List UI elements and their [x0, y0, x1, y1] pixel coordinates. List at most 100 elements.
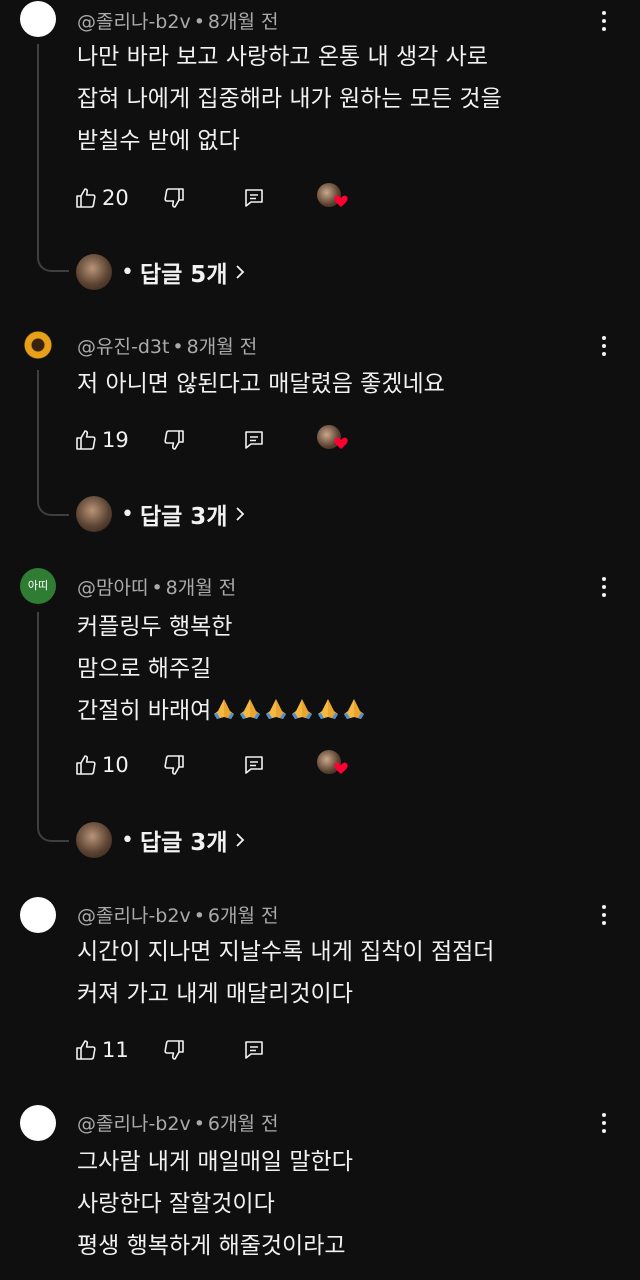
replies-dot: • [121, 259, 134, 285]
comment-time: 8개월 전 [165, 577, 237, 599]
comment-time: 8개월 전 [186, 336, 258, 358]
view-replies-button[interactable]: • 답글 3개 [76, 494, 245, 534]
comment-meta: @유진-d3t • 8개월 전 [77, 332, 257, 359]
reply-button[interactable] [242, 750, 266, 780]
comment-line: 간절히 바래여 [77, 698, 212, 724]
replies-label: 답글 3개 [139, 504, 228, 530]
comment-line: 나만 바라 보고 사랑하고 온통 내 생각 사로 [77, 44, 488, 70]
more-vert-icon[interactable] [593, 333, 615, 359]
replies-dot: • [121, 501, 134, 527]
comment-text: 나만 바라 보고 사랑하고 온통 내 생각 사로 잡혀 나에게 집중해라 내가 … [77, 36, 502, 162]
like-button[interactable]: 20 [74, 183, 129, 213]
comment-actions: 10 [74, 750, 374, 780]
comment-line: 받칠수 받에 없다 [77, 128, 240, 154]
praying-hands-icon [292, 698, 313, 719]
reply-icon [245, 1041, 263, 1059]
praying-hands-emoji [211, 698, 367, 724]
reply-avatar [76, 496, 112, 532]
thumbs-up-icon [76, 755, 96, 775]
comment-line: 그사람 내게 매일매일 말한다 [77, 1149, 353, 1175]
author-handle[interactable]: @유진-d3t [77, 336, 169, 358]
praying-hands-icon [240, 698, 261, 719]
dislike-button[interactable] [162, 1035, 186, 1065]
author-handle[interactable]: @맘아띠 [77, 577, 148, 599]
thread-connector [37, 370, 69, 516]
more-vert-icon[interactable] [593, 902, 615, 928]
comment-text: 그사람 내게 매일매일 말한다 사랑한다 잘할것이다 평생 행복하게 해줄것이라… [77, 1141, 353, 1267]
praying-hands-icon [266, 698, 287, 719]
thumbs-up-icon [76, 1040, 96, 1060]
meta-separator: • [172, 336, 184, 358]
dislike-button[interactable] [162, 183, 186, 213]
thumbs-up-icon [76, 188, 96, 208]
comment-actions: 19 [74, 425, 374, 455]
thumbs-down-icon [164, 430, 184, 450]
reply-button[interactable] [242, 183, 266, 213]
comment-time: 6개월 전 [207, 1113, 279, 1135]
creator-heart [317, 183, 348, 209]
chevron-right-icon [236, 265, 245, 279]
comment-line: 사랑한다 잘할것이다 [77, 1191, 275, 1217]
comment-line: 커져 가고 내게 매달리것이다 [77, 981, 353, 1007]
comment-line: 잡혀 나에게 집중해라 내가 원하는 모든 것을 [77, 86, 502, 112]
like-count: 11 [102, 1038, 129, 1062]
author-handle[interactable]: @졸리나-b2v [77, 905, 191, 927]
author-avatar[interactable] [20, 1, 56, 37]
author-avatar[interactable]: 아띠 [20, 568, 56, 604]
author-handle[interactable]: @졸리나-b2v [77, 1113, 191, 1135]
replies-dot: • [121, 827, 134, 853]
comment-meta: @졸리나-b2v • 6개월 전 [77, 901, 279, 928]
comment-meta: @맘아띠 • 8개월 전 [77, 573, 236, 600]
reply-avatar [76, 822, 112, 858]
author-avatar[interactable] [20, 1105, 56, 1141]
thumbs-down-icon [164, 1040, 184, 1060]
comment-line: 맘으로 해주길 [77, 656, 212, 682]
comment-actions: 20 [74, 183, 374, 213]
thread-connector [37, 612, 69, 842]
more-vert-icon[interactable] [593, 1110, 615, 1136]
author-handle[interactable]: @졸리나-b2v [77, 11, 191, 33]
more-vert-icon[interactable] [593, 8, 615, 34]
comment-text: 커플링두 행복한 맘으로 해주길 간절히 바래여 [77, 606, 367, 732]
reply-button[interactable] [242, 1035, 266, 1065]
comment-line: 커플링두 행복한 [77, 614, 233, 640]
thumbs-down-icon [164, 188, 184, 208]
more-vert-icon[interactable] [593, 574, 615, 600]
like-count: 19 [102, 428, 129, 452]
creator-heart-icon [334, 437, 348, 449]
meta-separator: • [151, 577, 163, 599]
dislike-button[interactable] [162, 750, 186, 780]
reply-button[interactable] [242, 425, 266, 455]
comment-time: 8개월 전 [207, 11, 279, 33]
reply-icon [245, 756, 263, 774]
reply-avatar [76, 254, 112, 290]
thumbs-down-icon [164, 755, 184, 775]
chevron-right-icon [236, 507, 245, 521]
chevron-right-icon [236, 833, 245, 847]
creator-heart-icon [334, 195, 348, 207]
dislike-button[interactable] [162, 425, 186, 455]
like-button[interactable]: 11 [74, 1035, 129, 1065]
meta-separator: • [193, 1113, 205, 1135]
comment-line: 시간이 지나면 지날수록 내게 집착이 점점더 [77, 939, 495, 965]
author-avatar[interactable] [20, 897, 56, 933]
comment-line: 평생 행복하게 해줄것이라고 [77, 1233, 346, 1259]
comment-meta: @졸리나-b2v • 6개월 전 [77, 1109, 279, 1136]
creator-heart [317, 750, 348, 776]
like-count: 20 [102, 186, 129, 210]
praying-hands-icon [214, 698, 235, 719]
view-replies-button[interactable]: • 답글 5개 [76, 252, 245, 292]
thumbs-up-icon [76, 430, 96, 450]
comment-line-with-emoji: 간절히 바래여 [77, 690, 367, 732]
author-avatar[interactable] [20, 327, 56, 363]
thread-connector [37, 44, 69, 272]
like-button[interactable]: 10 [74, 750, 129, 780]
like-count: 10 [102, 753, 129, 777]
praying-hands-icon [318, 698, 339, 719]
reply-icon [245, 189, 263, 207]
meta-separator: • [193, 11, 205, 33]
praying-hands-icon [344, 698, 365, 719]
view-replies-button[interactable]: • 답글 3개 [76, 820, 245, 860]
meta-separator: • [193, 905, 205, 927]
like-button[interactable]: 19 [74, 425, 129, 455]
